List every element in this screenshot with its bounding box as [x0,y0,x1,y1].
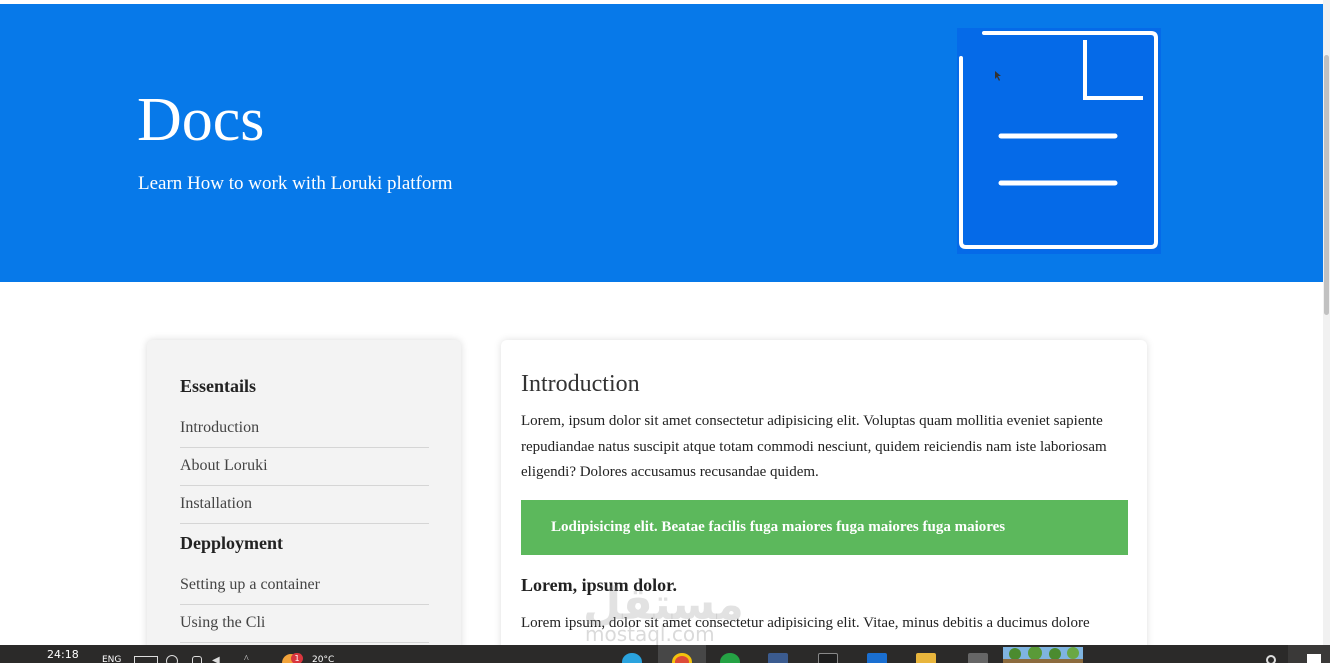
search-icon[interactable] [1266,655,1276,663]
windows-taskbar: 24:18 ENG ◀ ^ 1 20°C [0,645,1330,663]
sidebar-item-setting-up-container[interactable]: Setting up a container [180,567,429,605]
trees-image [1003,647,1083,663]
grid-icon[interactable] [968,653,988,663]
chevron-up-icon[interactable]: ^ [244,654,249,663]
hero-banner: Docs Learn How to work with Loruki platf… [0,4,1323,282]
whatsapp-icon[interactable] [720,653,740,663]
volume-icon[interactable]: ◀ [212,655,220,663]
keyboard-icon[interactable] [134,656,158,663]
taskbar-temperature[interactable]: 20°C [312,655,334,663]
sidebar-item-introduction[interactable]: Introduction [180,410,429,448]
hero-subtitle: Learn How to work with Loruki platform [138,173,453,194]
taskbar-language[interactable]: ENG [102,655,121,663]
page-scrollbar[interactable] [1323,0,1330,645]
watermark-logo: مستقل [583,579,744,630]
sidebar-item-using-cli[interactable]: Using the Cli [180,605,429,643]
watermark-domain: mostaql.com [585,622,715,646]
terminal-icon[interactable] [818,653,838,663]
callout-text: Lodipisicing elit. Beatae facilis fuga m… [551,519,1006,535]
taskbar-clock[interactable]: 24:18 [47,648,79,661]
shield-icon[interactable] [867,653,887,663]
sql-icon[interactable] [768,653,788,663]
content-title: Introduction [521,371,640,397]
scrollbar-thumb[interactable] [1324,55,1329,315]
network-icon[interactable] [192,656,202,663]
success-callout: Lodipisicing elit. Beatae facilis fuga m… [521,500,1128,555]
folder-icon[interactable] [916,653,936,663]
hero-title: Docs [137,86,265,154]
document-icon [957,28,1161,254]
sidebar-heading-deployment: Depployment [180,533,283,553]
docs-sidebar: Essentails Introduction About Loruki Ins… [147,340,461,660]
sidebar-heading-essentials: Essentails [180,376,257,396]
notification-badge: 1 [291,653,303,663]
sidebar-item-about-loruki[interactable]: About Loruki [180,448,429,486]
globe-icon[interactable] [166,655,178,663]
windows-icon[interactable] [1307,654,1321,663]
telegram-icon[interactable] [622,653,642,663]
sidebar-item-installation[interactable]: Installation [180,486,429,524]
intro-paragraph: Lorem, ipsum dolor sit amet consectetur … [521,413,1107,480]
